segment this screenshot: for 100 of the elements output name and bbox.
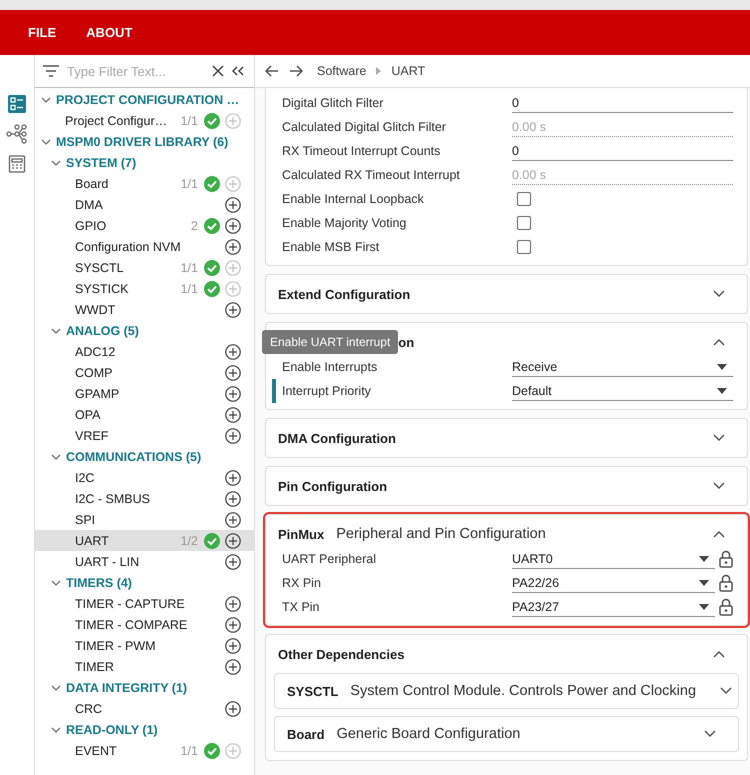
tree-group-label[interactable]: READ-ONLY (1) <box>66 722 158 736</box>
checkbox[interactable] <box>517 192 531 206</box>
breadcrumb-link[interactable]: UART <box>391 64 426 78</box>
forward-arrow-icon[interactable] <box>289 65 303 77</box>
add-icon[interactable] <box>225 406 241 422</box>
chevron-up-icon[interactable] <box>713 338 725 346</box>
chevron-down-icon[interactable] <box>51 158 61 168</box>
tree-item[interactable]: Board 1/1 <box>35 173 254 194</box>
calculator-icon[interactable] <box>8 155 26 173</box>
add-icon[interactable] <box>225 196 241 212</box>
add-icon[interactable] <box>225 344 241 360</box>
caret-down-icon[interactable] <box>699 604 709 610</box>
card-title[interactable]: on <box>398 334 414 350</box>
menu-item[interactable]: ABOUT <box>86 25 132 40</box>
tree-group-label[interactable]: TIMERS (4) <box>66 576 132 590</box>
tree-item[interactable]: VREF <box>35 425 254 446</box>
tree-item[interactable]: DMA <box>35 194 254 215</box>
chevron-down-icon[interactable] <box>41 136 51 146</box>
checkbox[interactable] <box>517 216 531 230</box>
caret-down-icon[interactable] <box>717 364 727 370</box>
dropdown[interactable]: Receive <box>512 357 733 377</box>
tree-item[interactable]: GPAMP <box>35 383 254 404</box>
card-title[interactable]: Pin Configuration <box>278 478 388 494</box>
add-icon[interactable] <box>225 616 241 632</box>
chevron-down-icon[interactable] <box>713 290 725 298</box>
tree-item[interactable]: OPA <box>35 404 254 425</box>
tree-group-label[interactable]: PROJECT CONFIGURATION … <box>56 92 240 106</box>
close-icon[interactable] <box>212 65 224 77</box>
lock-icon[interactable] <box>719 574 733 592</box>
lock-icon[interactable] <box>719 550 733 568</box>
add-icon[interactable] <box>225 470 241 486</box>
chevron-down-icon[interactable] <box>720 687 732 695</box>
double-chevron-left-icon[interactable] <box>232 66 244 76</box>
dependency-card[interactable]: SYSCTL System Control Module. Controls Power and Clocking <box>274 673 739 709</box>
tree-item[interactable]: CRC <box>35 698 254 719</box>
tree-item[interactable]: COMP <box>35 362 254 383</box>
add-icon[interactable] <box>225 512 241 528</box>
chevron-down-icon[interactable] <box>41 94 51 104</box>
lock-icon[interactable] <box>719 598 733 616</box>
card-title[interactable]: Other Dependencies <box>278 646 404 662</box>
dropdown[interactable]: Default <box>512 381 733 401</box>
add-icon[interactable] <box>225 700 241 716</box>
checkbox[interactable] <box>517 240 531 254</box>
add-icon[interactable] <box>225 364 241 380</box>
tree-item[interactable]: ADC12 <box>35 341 254 362</box>
add-icon[interactable] <box>225 302 241 318</box>
add-icon[interactable] <box>225 554 241 570</box>
chevron-down-icon[interactable] <box>51 724 61 734</box>
list-view-icon[interactable] <box>8 95 26 113</box>
caret-down-icon[interactable] <box>699 556 709 562</box>
add-icon[interactable] <box>225 238 241 254</box>
tree-item[interactable]: WWDT <box>35 299 254 320</box>
back-arrow-icon[interactable] <box>265 65 279 77</box>
tree-group-label[interactable]: DATA INTEGRITY (1) <box>66 680 188 694</box>
tree-group-label[interactable]: ANALOG (5) <box>66 324 139 338</box>
card-title[interactable]: Peripheral and Pin Configuration <box>336 526 546 542</box>
add-icon[interactable] <box>225 490 241 506</box>
tree-item[interactable]: TIMER <box>35 656 254 677</box>
tree-item[interactable]: GPIO 2 <box>35 215 254 236</box>
dependency-card[interactable]: Board Generic Board Configuration <box>274 716 739 752</box>
caret-down-icon[interactable] <box>699 580 709 586</box>
tree-item[interactable]: UART 1/2 <box>35 530 254 551</box>
filter-icon[interactable] <box>43 65 59 77</box>
dropdown[interactable]: PA22/26 <box>512 573 715 593</box>
add-icon[interactable] <box>225 596 241 612</box>
chevron-down-icon[interactable] <box>704 730 716 738</box>
chevron-down-icon[interactable] <box>51 578 61 588</box>
dropdown[interactable]: UART0 <box>512 549 715 569</box>
menu-item[interactable]: FILE <box>28 25 56 40</box>
card-title[interactable]: Extend Configuration <box>278 286 410 302</box>
tree-group-label[interactable]: COMMUNICATIONS (5) <box>66 450 202 464</box>
tree-item[interactable]: SPI <box>35 509 254 530</box>
tree-item[interactable]: I2C - SMBUS <box>35 488 254 509</box>
tree-item[interactable]: EVENT 1/1 <box>35 740 254 761</box>
tree-item[interactable]: TIMER - CAPTURE <box>35 593 254 614</box>
tree-item[interactable]: SYSTICK 1/1 <box>35 278 254 299</box>
add-icon[interactable] <box>225 638 241 654</box>
tree-item[interactable]: I2C <box>35 467 254 488</box>
add-icon[interactable] <box>225 658 241 674</box>
tree-group-label[interactable]: SYSTEM (7) <box>66 156 136 170</box>
add-icon[interactable] <box>225 428 241 444</box>
breadcrumb-link[interactable]: Software <box>317 64 366 78</box>
add-icon[interactable] <box>225 386 241 402</box>
tree-item[interactable]: TIMER - COMPARE <box>35 614 254 635</box>
tree-item[interactable]: TIMER - PWM <box>35 635 254 656</box>
tree-item[interactable]: Project Configur… 1/1 <box>35 110 254 131</box>
add-icon[interactable] <box>225 532 241 548</box>
card-title[interactable]: DMA Configuration <box>278 430 396 446</box>
chevron-up-icon[interactable] <box>713 650 725 658</box>
chevron-down-icon[interactable] <box>713 434 725 442</box>
input-field[interactable]: 0 <box>512 93 733 113</box>
chevron-down-icon[interactable] <box>51 326 61 336</box>
add-icon[interactable] <box>225 218 241 234</box>
chevron-up-icon[interactable] <box>713 530 725 538</box>
input-field[interactable]: 0 <box>512 141 733 161</box>
tree-item[interactable]: UART - LIN <box>35 551 254 572</box>
chevron-down-icon[interactable] <box>51 452 61 462</box>
dropdown[interactable]: PA23/27 <box>512 597 715 617</box>
tree-group-label[interactable]: MSPM0 DRIVER LIBRARY (6) <box>56 134 228 148</box>
chevron-down-icon[interactable] <box>713 482 725 490</box>
